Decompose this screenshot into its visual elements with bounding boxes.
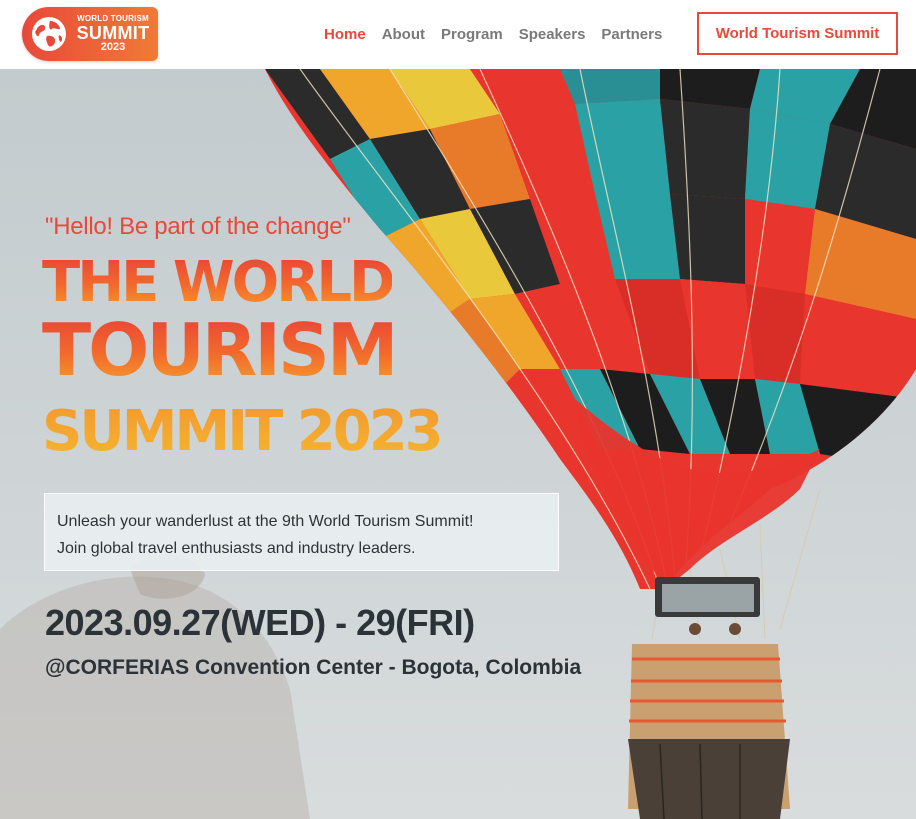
main-nav: Home About Program Speakers Partners	[324, 26, 678, 43]
hero-title-line-1: THE WORLD	[42, 250, 395, 315]
logo-main-text: SUMMIT	[76, 23, 150, 43]
logo-top-text: WORLD TOURISM	[77, 14, 149, 23]
hero-title-line-2: TOURISM	[42, 308, 399, 392]
hero-description-box: Unleash your wanderlust at the 9th World…	[44, 493, 559, 571]
hero-section: "Hello! Be part of the change" THE WORLD…	[0, 69, 916, 819]
hero-title-line-3: SUMMIT 2023	[42, 399, 444, 464]
nav-speakers[interactable]: Speakers	[519, 26, 586, 43]
event-date: 2023.09.27(WED) - 29(FRI)	[45, 602, 475, 643]
globe-icon	[32, 17, 66, 51]
nav-about[interactable]: About	[382, 26, 425, 43]
logo-year-text: 2023	[100, 41, 126, 53]
nav-program[interactable]: Program	[441, 26, 503, 43]
event-venue: @CORFERIAS Convention Center - Bogota, C…	[45, 656, 582, 679]
summit-cta-button[interactable]: World Tourism Summit	[697, 12, 898, 55]
description-line-1: Unleash your wanderlust at the 9th World…	[57, 513, 474, 530]
summit-logo[interactable]: WORLD TOURISM SUMMIT 2023	[22, 7, 158, 61]
nav-partners[interactable]: Partners	[601, 26, 662, 43]
site-header: WORLD TOURISM SUMMIT 2023 Home About Pro…	[0, 0, 916, 69]
hero-tagline: "Hello! Be part of the change"	[45, 213, 351, 240]
description-line-2: Join global travel enthusiasts and indus…	[57, 540, 416, 557]
nav-home[interactable]: Home	[324, 26, 366, 43]
